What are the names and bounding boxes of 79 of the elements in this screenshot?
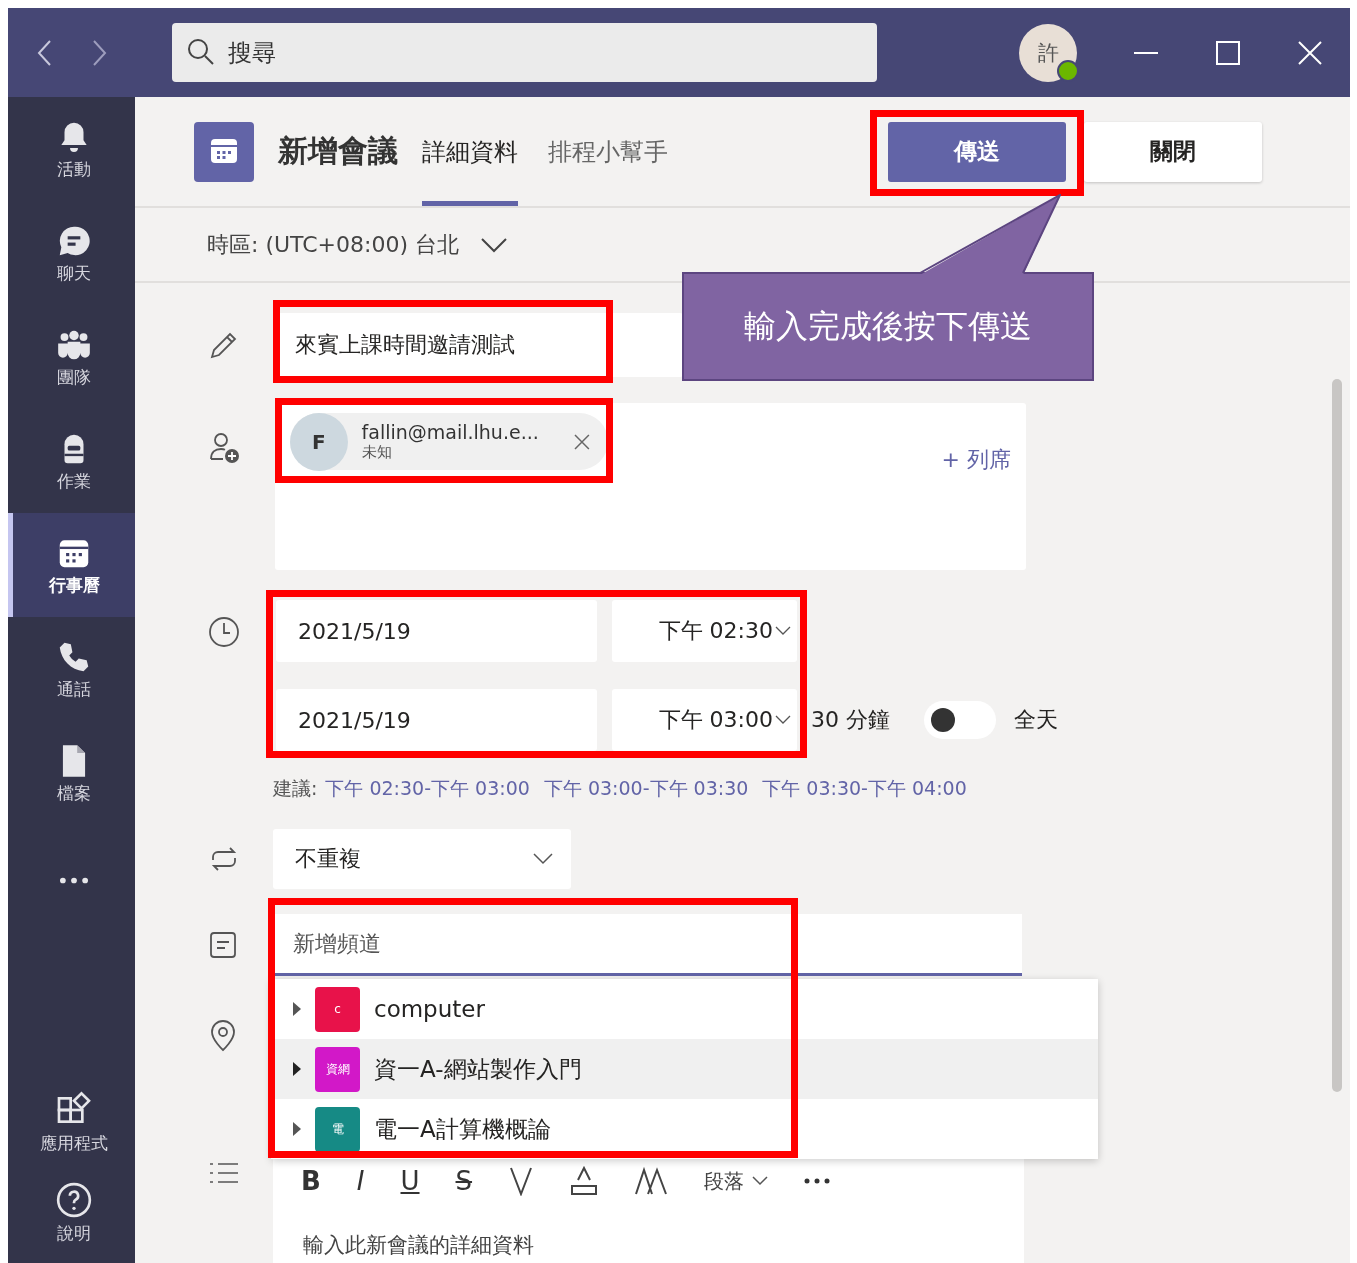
chevron-down-icon — [775, 715, 791, 725]
team-avatar: 資網 — [315, 1046, 360, 1092]
format-button[interactable]: B — [301, 1166, 321, 1196]
all-day-toggle[interactable] — [924, 701, 996, 739]
app-bar-label: 應用程式 — [40, 1131, 108, 1155]
app-bar-item[interactable]: 通話 — [8, 617, 135, 721]
start-time-dropdown[interactable]: 下午 02:30 — [612, 600, 797, 662]
chevron-down-icon — [775, 626, 791, 636]
attendee-chip[interactable]: F fallin@mail.lhu.e... 未知 — [290, 413, 608, 470]
suggested-time-link[interactable]: 下午 03:30-下午 04:00 — [762, 776, 967, 802]
app-bar-item[interactable]: 聊天 — [8, 201, 135, 305]
channel-option[interactable]: c computer — [271, 979, 1098, 1039]
app-bar-label: 檔案 — [57, 781, 91, 805]
search-icon — [187, 38, 215, 66]
team-avatar: 電 — [315, 1106, 360, 1152]
app-bar-item[interactable]: 應用程式 — [8, 1077, 135, 1167]
chevron-down-icon — [752, 1176, 769, 1186]
app-bar-label: 聊天 — [57, 261, 91, 285]
font-size-icon[interactable] — [634, 1166, 669, 1196]
format-button[interactable]: U — [400, 1166, 420, 1196]
app-bar-item[interactable]: 活動 — [8, 97, 135, 201]
format-button[interactable]: S — [455, 1166, 473, 1196]
search-field[interactable]: 搜尋 — [172, 23, 877, 82]
user-avatar[interactable]: 許 — [1019, 23, 1077, 82]
app-bar-label: 活動 — [57, 157, 91, 181]
app-bar-item[interactable]: 說明 — [8, 1167, 135, 1257]
channel-option[interactable]: 電 電一A計算機概論 — [271, 1099, 1098, 1159]
app-bar-label: 行事曆 — [48, 573, 100, 597]
attendee-email: fallin@mail.lhu.e... — [361, 421, 540, 443]
app-bar-label: 團隊 — [57, 365, 91, 389]
suggestions-label: 建議: — [273, 776, 318, 801]
scrollbar[interactable] — [1332, 379, 1342, 1092]
remove-icon[interactable] — [574, 433, 590, 450]
app-bar-item[interactable]: 團隊 — [8, 305, 135, 409]
team-avatar: c — [315, 986, 360, 1032]
suggested-time-link[interactable]: 下午 03:00-下午 03:30 — [543, 776, 749, 802]
app-bar-item[interactable]: 作業 — [8, 409, 135, 513]
channel-icon — [208, 930, 238, 960]
start-date-field[interactable]: 2021/5/19 — [276, 600, 597, 662]
font-color-icon[interactable] — [570, 1166, 599, 1196]
close-button[interactable]: 關閉 — [1084, 121, 1262, 182]
timezone-label[interactable]: 時區: (UTC+08:00) 台北 — [207, 229, 459, 260]
close-icon[interactable] — [1297, 39, 1323, 66]
chevron-down-icon — [533, 853, 553, 865]
end-date-field[interactable]: 2021/5/19 — [276, 689, 597, 751]
expand-icon[interactable] — [293, 1002, 301, 1016]
calendar-icon — [194, 121, 254, 182]
app-bar-label: 作業 — [57, 469, 91, 493]
app-bar-label: 通話 — [57, 677, 91, 701]
end-time-dropdown[interactable]: 下午 03:00 — [612, 689, 797, 751]
repeat-dropdown[interactable]: 不重複 — [273, 829, 571, 889]
app-bar-label: 說明 — [57, 1221, 91, 1245]
duration-label: 30 分鐘 — [811, 706, 890, 734]
highlighter-icon[interactable] — [508, 1166, 535, 1196]
tab[interactable]: 詳細資料 — [422, 97, 518, 206]
paragraph-dropdown[interactable]: 段落 — [704, 1167, 769, 1195]
suggested-time-link[interactable]: 下午 02:30-下午 03:00 — [325, 776, 530, 802]
send-button[interactable]: 傳送 — [888, 121, 1066, 182]
expand-icon[interactable] — [293, 1122, 301, 1136]
location-icon — [208, 1020, 238, 1052]
chevron-down-icon[interactable] — [481, 236, 507, 253]
optional-attendee-link[interactable]: + 列席 — [941, 445, 1011, 475]
list-icon — [208, 1161, 240, 1185]
format-button[interactable]: I — [356, 1166, 365, 1196]
app-bar-item[interactable]: 行事曆 — [8, 513, 135, 617]
details-placeholder: 輸入此新會議的詳細資料 — [303, 1232, 535, 1259]
clock-icon — [208, 616, 240, 648]
app-bar-item[interactable]: 檔案 — [8, 721, 135, 825]
forward-icon[interactable] — [91, 39, 107, 66]
add-person-icon — [208, 431, 242, 465]
attendee-status: 未知 — [361, 443, 393, 462]
back-icon[interactable] — [37, 39, 53, 66]
expand-icon[interactable] — [293, 1062, 301, 1076]
all-day-label: 全天 — [1014, 706, 1058, 734]
page-title: 新增會議 — [278, 132, 398, 170]
maximize-icon[interactable] — [1215, 39, 1241, 66]
attendee-avatar: F — [290, 412, 348, 471]
more-icon[interactable] — [804, 1177, 831, 1185]
tab[interactable]: 排程小幫手 — [548, 97, 668, 206]
